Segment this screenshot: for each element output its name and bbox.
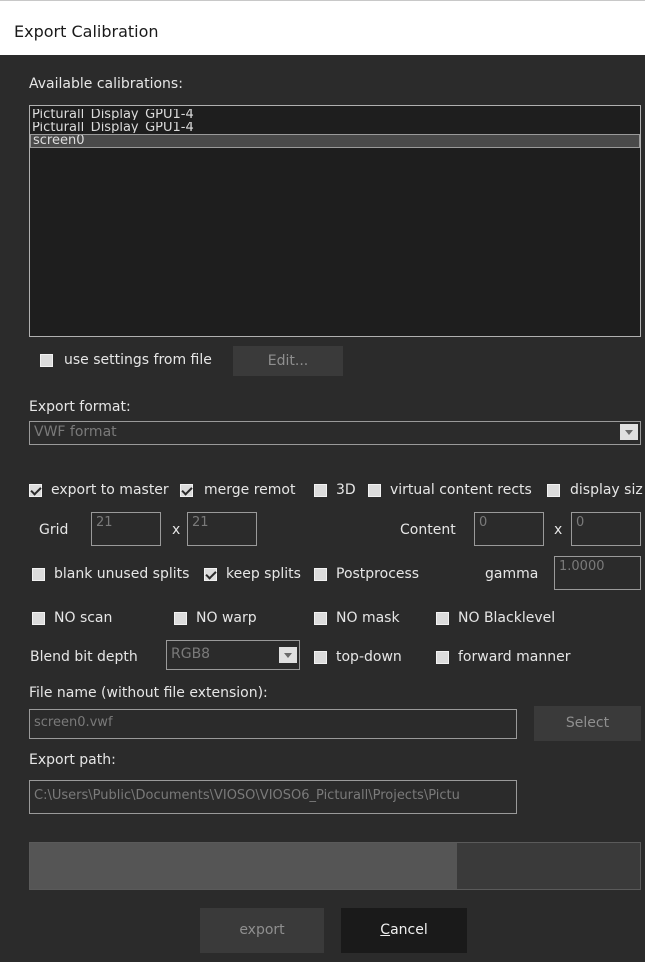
forward-manner-label: forward manner	[458, 649, 571, 665]
calibrations-listbox[interactable]: Picturall_Display_GPU1-4 Picturall_Displ…	[29, 105, 641, 337]
display-size-label: display siz	[570, 482, 643, 498]
virtual-content-rects-checkbox[interactable]	[368, 484, 381, 497]
gamma-label: gamma	[485, 566, 539, 582]
keep-splits-checkbox[interactable]	[204, 568, 217, 581]
top-down-checkbox[interactable]	[314, 651, 327, 664]
top-down-label: top-down	[336, 649, 402, 665]
select-button-label: Select	[565, 715, 610, 731]
list-item[interactable]: Picturall_Display_GPU1-4	[30, 122, 640, 133]
merge-remote-checkbox[interactable]	[180, 484, 193, 497]
calibrations-label: Available calibrations:	[29, 76, 183, 92]
virtual-content-rects-label: virtual content rects	[390, 482, 532, 498]
chevron-down-icon[interactable]	[279, 647, 297, 663]
cancel-button-label: ancel	[390, 922, 428, 938]
grid-x-separator: x	[172, 522, 181, 538]
use-settings-checkbox[interactable]	[40, 354, 53, 367]
postprocess-label: Postprocess	[336, 566, 420, 582]
display-size-checkbox[interactable]	[547, 484, 560, 497]
forward-manner-checkbox[interactable]	[436, 651, 449, 664]
content-y-input[interactable]: 0	[571, 512, 641, 546]
edit-button-label: Edit...	[267, 353, 309, 369]
progress-fill	[30, 843, 457, 889]
keep-splits-label: keep splits	[226, 566, 301, 582]
export-path-label: Export path:	[29, 752, 116, 768]
merge-remote-label: merge remot	[204, 482, 296, 498]
3d-label: 3D	[336, 482, 356, 498]
chevron-down-icon[interactable]	[620, 424, 638, 440]
export-to-master-checkbox[interactable]	[29, 484, 42, 497]
blend-bit-depth-label: Blend bit depth	[30, 649, 138, 665]
export-button-label: export	[239, 922, 285, 938]
select-button[interactable]: Select	[534, 706, 641, 741]
no-warp-checkbox[interactable]	[174, 612, 187, 625]
content-x-separator: x	[554, 522, 563, 538]
gamma-input[interactable]: 1.0000	[554, 556, 641, 590]
title-bar: Export Calibration	[0, 0, 645, 55]
no-blacklevel-checkbox[interactable]	[436, 612, 449, 625]
blank-unused-splits-checkbox[interactable]	[32, 568, 45, 581]
blank-unused-splits-label: blank unused splits	[54, 566, 190, 582]
export-button[interactable]: export	[200, 908, 324, 953]
cancel-button[interactable]: Cancel	[341, 908, 467, 953]
file-name-input[interactable]: screen0.vwf	[29, 709, 517, 739]
3d-checkbox[interactable]	[314, 484, 327, 497]
export-format-label: Export format:	[29, 399, 131, 415]
export-path-input[interactable]: C:\Users\Public\Documents\VIOSO\VIOSO6_P…	[29, 780, 517, 814]
no-blacklevel-label: NO Blacklevel	[458, 610, 556, 626]
grid-x-input[interactable]: 21	[91, 512, 161, 546]
content-x-input[interactable]: 0	[474, 512, 544, 546]
export-format-select[interactable]: VWF format	[29, 421, 641, 445]
blend-bit-depth-select[interactable]: RGB8	[166, 640, 300, 670]
export-format-value: VWF format	[34, 424, 117, 440]
progress-bar	[29, 842, 641, 890]
list-item-selected[interactable]: screen0	[30, 134, 640, 148]
blend-bit-depth-value: RGB8	[171, 646, 211, 662]
export-to-master-label: export to master	[51, 482, 169, 498]
postprocess-checkbox[interactable]	[314, 568, 327, 581]
file-name-label: File name (without file extension):	[29, 685, 268, 701]
cancel-button-mnemonic: C	[380, 922, 391, 938]
use-settings-label: use settings from file	[64, 352, 212, 368]
edit-button[interactable]: Edit...	[233, 346, 343, 376]
window-title: Export Calibration	[14, 22, 159, 41]
no-scan-checkbox[interactable]	[32, 612, 45, 625]
no-scan-label: NO scan	[54, 610, 113, 626]
no-mask-label: NO mask	[336, 610, 400, 626]
grid-y-input[interactable]: 21	[187, 512, 257, 546]
no-mask-checkbox[interactable]	[314, 612, 327, 625]
content-label: Content	[400, 522, 456, 538]
no-warp-label: NO warp	[196, 610, 257, 626]
grid-label: Grid	[39, 522, 69, 538]
list-item[interactable]: Picturall_Display_GPU1-4	[30, 109, 640, 120]
